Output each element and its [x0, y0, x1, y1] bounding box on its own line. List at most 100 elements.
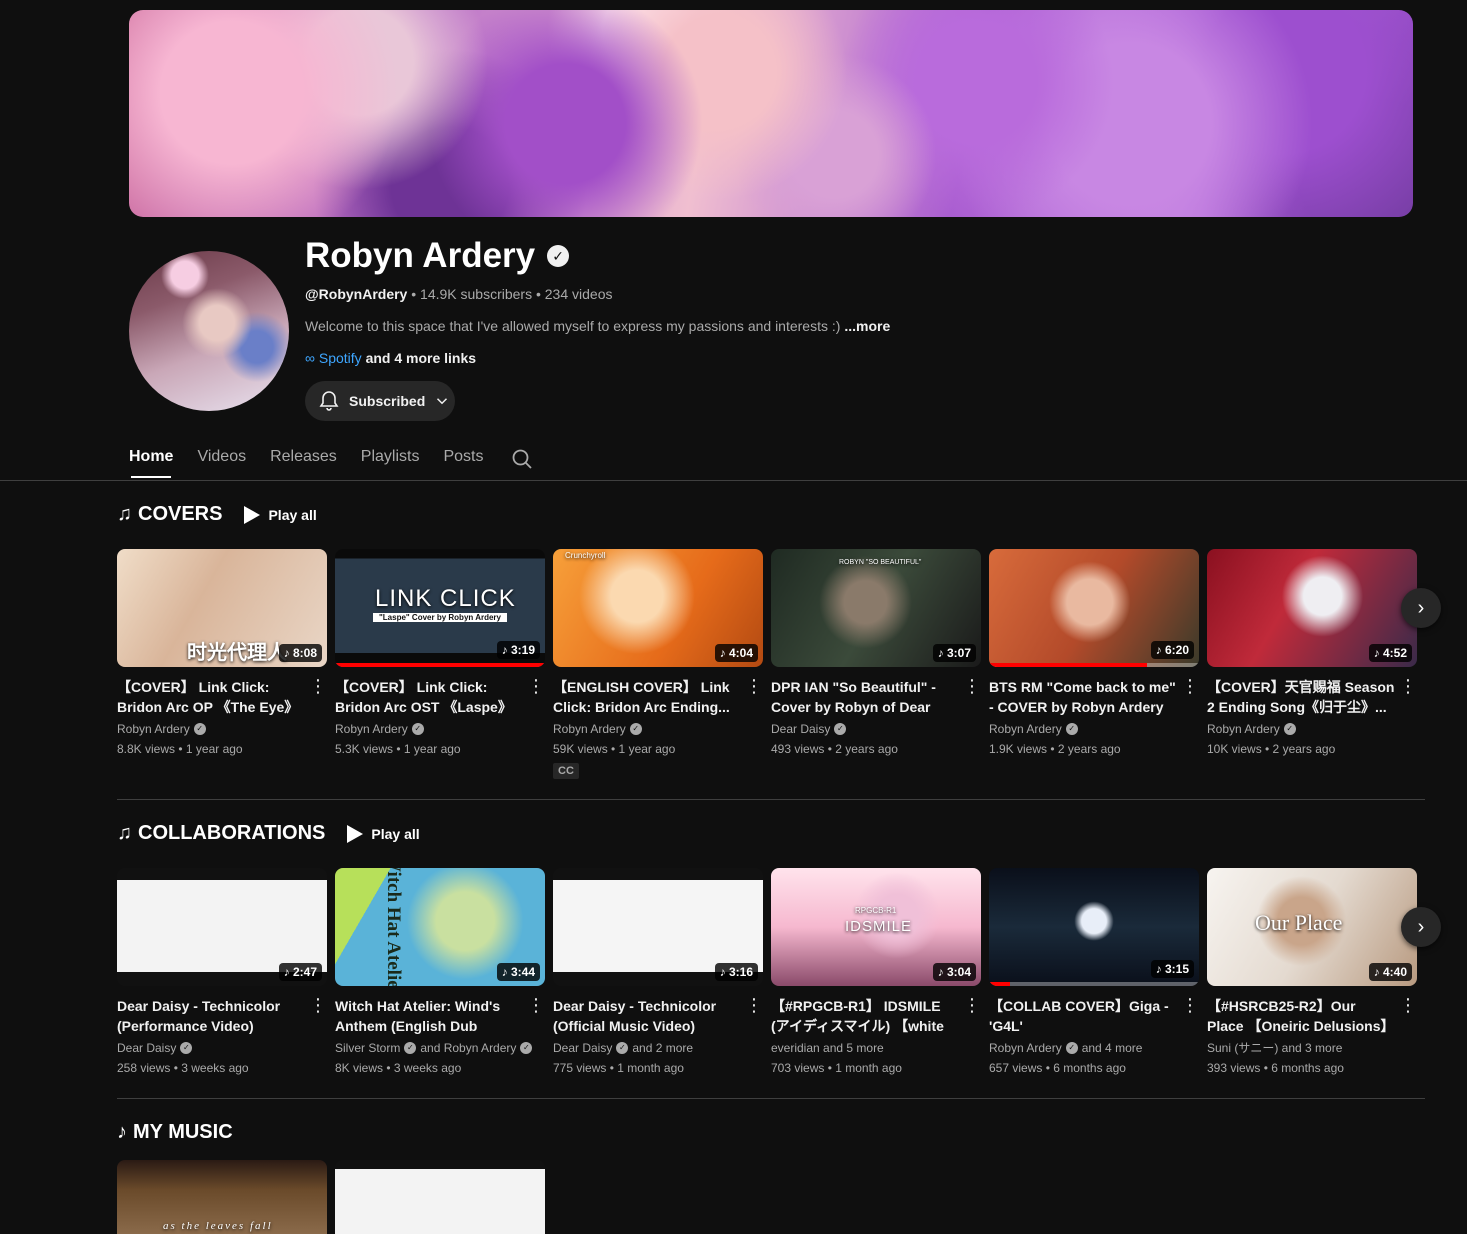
- video-thumbnail[interactable]: 时光代理人 ♪ 8:08: [117, 549, 327, 667]
- video-channel[interactable]: Robyn Ardery ✓: [335, 721, 545, 737]
- verified-icon: ✓: [180, 1042, 193, 1054]
- video-title[interactable]: BTS RM "Come back to me" - COVER by Roby…: [989, 677, 1199, 717]
- video-card[interactable]: ♪ 6:20 ⋮ BTS RM "Come back to me" - COVE…: [989, 549, 1199, 779]
- video-card[interactable]: Our Place ♪ 4:40 ⋮ 【#HSRCB25-R2】Our Plac…: [1207, 868, 1417, 1076]
- more-actions-icon[interactable]: ⋮: [745, 996, 763, 1014]
- more-actions-icon[interactable]: ⋮: [1181, 677, 1199, 695]
- video-title[interactable]: 【COVER】 Link Click: Bridon Arc OST 《Lasp…: [335, 677, 545, 717]
- covers-play-all-button[interactable]: Play all: [244, 505, 317, 524]
- video-card[interactable]: ♪ 2:47 ⋮ Dear Daisy - Technicolor (Perfo…: [117, 868, 327, 1076]
- video-channel[interactable]: Dear Daisy ✓: [117, 1040, 327, 1056]
- more-actions-icon[interactable]: ⋮: [1399, 677, 1417, 695]
- collabs-title-link[interactable]: ♫ COLLABORATIONS: [117, 822, 325, 845]
- more-actions-icon[interactable]: ⋮: [745, 677, 763, 695]
- video-thumbnail[interactable]: RPGCB-R1 IDSMILE ♪ 3:04: [771, 868, 981, 986]
- video-thumbnail[interactable]: as the leaves fall: [117, 1160, 327, 1234]
- more-actions-icon[interactable]: ⋮: [527, 677, 545, 695]
- tab-releases[interactable]: Releases: [258, 440, 349, 478]
- video-thumbnail[interactable]: ROBYN "SO BEAUTIFUL" ♪ 3:07: [771, 549, 981, 667]
- video-title[interactable]: 【COLLAB COVER】Giga - 'G4L': [989, 996, 1199, 1036]
- video-channel[interactable]: Robyn Ardery ✓: [989, 721, 1199, 737]
- video-channel[interactable]: Suni (サニー) and 3 more: [1207, 1040, 1417, 1056]
- channel-description-row[interactable]: Welcome to this space that I've allowed …: [305, 318, 890, 334]
- thumb-overlay-text: Witch Hat Atelier: [383, 868, 405, 986]
- video-card[interactable]: ROBYN "SO BEAUTIFUL" ♪ 3:07 ⋮ DPR IAN "S…: [771, 549, 981, 779]
- thumb-overlay-text: LINK CLICK: [375, 585, 516, 612]
- more-actions-icon[interactable]: ⋮: [309, 996, 327, 1014]
- search-icon[interactable]: [510, 447, 534, 471]
- duration-text: 4:04: [728, 646, 753, 660]
- video-channel[interactable]: Dear Daisy ✓ and 2 more: [553, 1040, 763, 1056]
- music-row: as the leaves fall: [117, 1160, 545, 1234]
- video-title[interactable]: Dear Daisy - Technicolor (Performance Vi…: [117, 996, 327, 1036]
- video-channel[interactable]: Robyn Ardery ✓: [117, 721, 327, 737]
- covers-title-link[interactable]: ♫ COVERS: [117, 503, 222, 526]
- video-channel[interactable]: Robyn Ardery ✓: [553, 721, 763, 737]
- spotify-link[interactable]: Spotify: [319, 350, 362, 366]
- more-actions-icon[interactable]: ⋮: [527, 996, 545, 1014]
- video-thumbnail[interactable]: ♪ 4:52: [1207, 549, 1417, 667]
- duration-badge: ♪ 4:40: [1368, 963, 1412, 981]
- video-card[interactable]: RPGCB-R1 IDSMILE ♪ 3:04 ⋮ 【#RPGCB-R1】 ID…: [771, 868, 981, 1076]
- video-title[interactable]: Witch Hat Atelier: Wind's Anthem (Englis…: [335, 996, 545, 1036]
- more-actions-icon[interactable]: ⋮: [1181, 996, 1199, 1014]
- video-card[interactable]: ♪ 3:15 ⋮ 【COLLAB COVER】Giga - 'G4L' Roby…: [989, 868, 1199, 1076]
- tab-videos[interactable]: Videos: [185, 440, 258, 478]
- video-title[interactable]: 【#HSRCB25-R2】Our Place 【Oneiric Delusion…: [1207, 996, 1417, 1036]
- video-card[interactable]: LINK CLICK "Laspe" Cover by Robyn Ardery…: [335, 549, 545, 779]
- channel-avatar[interactable]: [129, 251, 289, 411]
- video-thumbnail[interactable]: LINK CLICK "Laspe" Cover by Robyn Ardery…: [335, 549, 545, 667]
- video-thumbnail[interactable]: ♪ 3:15: [989, 868, 1199, 986]
- channel-extra-text: and Robyn Ardery: [420, 1041, 517, 1055]
- video-thumbnail[interactable]: ♪ 6:20: [989, 549, 1199, 667]
- video-channel[interactable]: everidian and 5 more: [771, 1040, 981, 1056]
- description-more-link[interactable]: ...more: [844, 318, 890, 334]
- video-title[interactable]: DPR IAN "So Beautiful" - Cover by Robyn …: [771, 677, 981, 717]
- video-thumbnail[interactable]: ♪ 3:16: [553, 868, 763, 986]
- channel-links-row[interactable]: ∞ Spotify and 4 more links: [305, 350, 476, 366]
- video-thumbnail[interactable]: ♪ 2:47: [117, 868, 327, 986]
- video-card[interactable]: Witch Hat Atelier ♪ 3:44 ⋮ Witch Hat Ate…: [335, 868, 545, 1076]
- collabs-play-all-button[interactable]: Play all: [347, 824, 420, 843]
- video-thumbnail[interactable]: Crunchyroll ♪ 4:04: [553, 549, 763, 667]
- video-card[interactable]: ♪ 4:52 ⋮ 【COVER】天官赐福 Season 2 Ending Son…: [1207, 549, 1417, 779]
- scroll-right-button[interactable]: ›: [1401, 588, 1441, 628]
- music-title-link[interactable]: ♪ MY MUSIC: [117, 1121, 233, 1144]
- video-thumbnail[interactable]: Our Place ♪ 4:40: [1207, 868, 1417, 986]
- video-stats: 657 views • 6 months ago: [989, 1061, 1126, 1075]
- video-title[interactable]: Dear Daisy - Technicolor (Official Music…: [553, 996, 763, 1036]
- more-actions-icon[interactable]: ⋮: [963, 996, 981, 1014]
- tab-posts[interactable]: Posts: [431, 440, 495, 478]
- verified-icon: ✓: [411, 723, 424, 735]
- video-channel[interactable]: Silver Storm ✓ and Robyn Ardery ✓: [335, 1040, 545, 1056]
- more-links[interactable]: and 4 more links: [366, 350, 476, 366]
- video-title[interactable]: 【COVER】 Link Click: Bridon Arc OP 《The E…: [117, 677, 327, 717]
- channel-name-text: Robyn Ardery: [117, 722, 190, 736]
- duration-badge: ♪ 3:07: [932, 644, 976, 662]
- video-title[interactable]: 【COVER】天官赐福 Season 2 Ending Song《归于尘》...: [1207, 677, 1417, 717]
- video-card[interactable]: Crunchyroll ♪ 4:04 ⋮ 【ENGLISH COVER】 Lin…: [553, 549, 763, 779]
- channel-name: Robyn Ardery: [305, 236, 536, 275]
- video-title[interactable]: 【#RPGCB-R1】 IDSMILE (アイディスマイル) 【white ..…: [771, 996, 981, 1036]
- video-card[interactable]: as the leaves fall: [117, 1160, 327, 1234]
- thumb-overlay-subtext: "Laspe" Cover by Robyn Ardery: [373, 613, 507, 622]
- video-card[interactable]: ♪ 3:16 ⋮ Dear Daisy - Technicolor (Offic…: [553, 868, 763, 1076]
- subscribed-button[interactable]: Subscribed: [305, 381, 455, 421]
- video-channel[interactable]: Robyn Ardery ✓: [1207, 721, 1417, 737]
- video-channel[interactable]: Dear Daisy ✓: [771, 721, 981, 737]
- channel-handle: @RobynArdery: [305, 286, 408, 302]
- scroll-right-button[interactable]: ›: [1401, 907, 1441, 947]
- video-card[interactable]: [335, 1160, 545, 1234]
- more-actions-icon[interactable]: ⋮: [1399, 996, 1417, 1014]
- tab-playlists[interactable]: Playlists: [349, 440, 432, 478]
- video-thumbnail[interactable]: [335, 1160, 545, 1234]
- video-stats: 393 views • 6 months ago: [1207, 1061, 1344, 1075]
- channel-name-text: Dear Daisy: [117, 1041, 177, 1055]
- video-card[interactable]: 时光代理人 ♪ 8:08 ⋮ 【COVER】 Link Click: Brido…: [117, 549, 327, 779]
- video-channel[interactable]: Robyn Ardery ✓ and 4 more: [989, 1040, 1199, 1056]
- more-actions-icon[interactable]: ⋮: [309, 677, 327, 695]
- tab-home[interactable]: Home: [117, 440, 185, 478]
- video-thumbnail[interactable]: Witch Hat Atelier ♪ 3:44: [335, 868, 545, 986]
- more-actions-icon[interactable]: ⋮: [963, 677, 981, 695]
- video-title[interactable]: 【ENGLISH COVER】 Link Click: Bridon Arc E…: [553, 677, 763, 717]
